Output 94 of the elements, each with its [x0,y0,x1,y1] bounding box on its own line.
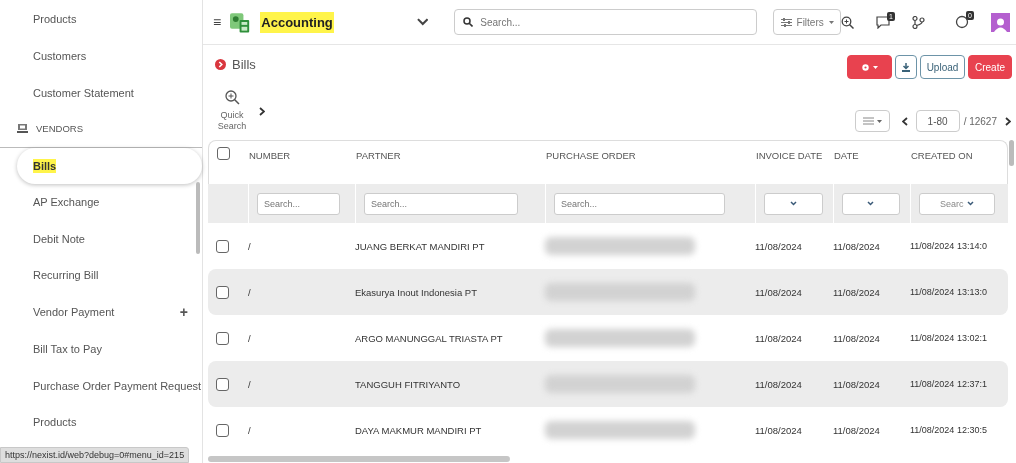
table-cell-text: 11/08/2024 [833,240,881,252]
column-header[interactable]: INVOICE DATE [756,141,834,163]
sidebar-item[interactable]: Products [0,403,202,441]
caret-icon [872,65,878,69]
person-icon [993,16,1008,32]
table-cell-text: 11/08/2024 13:02:1 [910,333,988,343]
avatar[interactable] [991,12,1010,32]
table-cell-text: 11/08/2024 13:14:0 [910,241,988,251]
column-header[interactable]: DATE [834,141,911,163]
zoom-in-icon [224,90,240,105]
column-header[interactable]: PURCHASE ORDER [546,141,756,163]
sidebar-item[interactable]: Products [0,1,202,38]
filter-field[interactable]: Search... [257,192,341,215]
filter-field[interactable]: Search... [554,192,725,215]
sidebar-item[interactable]: Bills [17,147,202,184]
filters-button[interactable]: Filters [773,9,841,35]
table-cell-text: 11/08/2024 [755,240,803,252]
scrollbar[interactable] [196,182,200,254]
table-cell-text: 11/08/2024 [755,424,803,436]
table-cell-text: Ekasurya Inout Indonesia PT [355,286,478,298]
sidebar-item[interactable]: Purchase Order Payment Request [0,367,202,404]
quick-search-button[interactable]: Quick Search [217,90,247,132]
checkbox[interactable] [216,331,229,345]
checkbox[interactable] [217,147,230,160]
filter-dropdown[interactable]: Searc [919,192,995,215]
gear-icon [861,63,869,71]
upload-button[interactable]: Upload [920,55,965,79]
table-cell-text: 11/08/2024 12:30:5 [910,425,988,435]
table-cell-text: / [248,332,252,344]
checkbox[interactable] [216,377,229,391]
sidebar-item[interactable]: Bill Tax to Pay [0,330,202,368]
chevron-left-icon[interactable] [901,116,908,126]
page-range-field[interactable]: 1-80 [915,110,960,132]
table-cell-text: TANGGUH FITRIYANTO [355,378,462,390]
table-cell-text: / [248,378,252,390]
sidebar-item[interactable]: Debit Note [0,220,202,258]
expand-button[interactable]: + [179,304,188,321]
app-logo-icon [230,11,251,33]
vendor-icon [17,123,28,135]
page-title: Bills [232,56,256,72]
checkbox[interactable] [216,285,229,299]
chevron-down-icon [966,201,974,206]
status-url: https://nexist.id/web?debug=0#menu_id=215 [0,447,190,463]
chevron-down-icon [789,201,797,206]
sidebar-item[interactable]: Customer Statement [0,74,202,112]
checkbox[interactable] [216,423,229,437]
chevron-down-icon [867,201,875,206]
chevron-down-icon[interactable] [416,18,429,26]
sidebar-item[interactable]: Customers [0,37,202,75]
table-cell-text: DAYA MAKMUR MANDIRI PT [355,424,483,436]
search-field[interactable]: Search... [454,9,758,35]
caret-icon [876,119,882,123]
action-button[interactable] [847,55,892,79]
table-cell-text: 11/08/2024 13:13:0 [910,287,988,297]
download-icon [902,62,910,72]
table-cell-text: 11/08/2024 [755,378,803,390]
download-button[interactable] [895,55,917,79]
table-cell-text: JUANG BERKAT MANDIRI PT [355,240,486,252]
table-cell-text: ARGO MANUNGGAL TRIASTA PT [355,332,504,344]
caret-icon [828,20,834,24]
list-icon [862,117,874,125]
branch-icon[interactable] [912,15,925,29]
table-cell-text: 11/08/2024 [833,286,881,298]
table-cell-text: 11/08/2024 [755,286,803,298]
column-header[interactable]: NUMBER [249,141,356,163]
menu-button[interactable]: ≡ [213,14,222,30]
table-cell-text: 11/08/2024 [833,378,881,390]
sliders-icon [780,17,792,27]
filter-field[interactable]: Search... [364,192,518,215]
table-cell-text: / [248,424,252,436]
column-header[interactable]: PARTNER [356,141,546,163]
chevron-right-icon[interactable] [259,106,265,116]
scrollbar[interactable] [208,456,510,462]
sidebar-item[interactable]: AP Exchange [0,183,202,221]
search-icon [463,17,474,27]
table-cell-text: / [248,286,252,298]
column-header[interactable]: CREATED ON [911,141,1009,163]
chat-icon[interactable] [876,15,890,29]
arrow-circle-icon [215,58,226,70]
scrollbar[interactable] [1009,140,1014,166]
sidebar-item[interactable]: Recurring Bill [0,257,202,294]
app-name: Accounting [260,11,334,33]
create-button[interactable]: Create [968,55,1012,79]
table-cell-text: 11/08/2024 12:37:1 [910,379,988,389]
table-cell-text: 11/08/2024 [755,332,803,344]
zoom-in-icon[interactable] [841,15,854,29]
table-cell-text: / [248,240,252,252]
sidebar-item[interactable]: Vendor Payment + [0,293,202,331]
checkbox[interactable] [216,239,229,253]
total-count: / 12627 [963,115,997,127]
table-cell-text: 11/08/2024 [833,424,881,436]
section-heading: VENDORS [36,123,83,135]
chevron-right-icon[interactable] [1005,116,1011,126]
table-cell-text: 11/08/2024 [833,332,881,344]
